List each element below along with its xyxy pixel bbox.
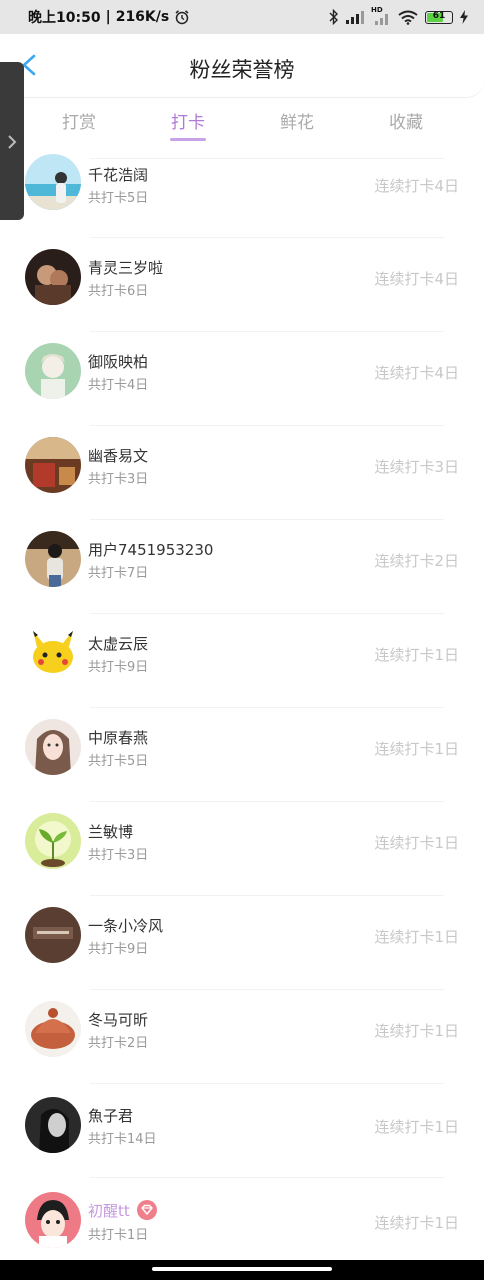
checkin-streak: 连续打卡1日 <box>374 928 459 946</box>
status-time: 晚上10:50 <box>28 10 101 26</box>
list-item[interactable]: 青灵三岁啦 共打卡6日 连续打卡4日 <box>0 237 484 331</box>
wifi-icon <box>398 10 418 25</box>
checkin-streak: 连续打卡4日 <box>374 270 459 288</box>
network-speed: 216K/s <box>115 9 170 25</box>
checkin-total: 共打卡3日 <box>88 848 149 863</box>
fan-name: 幽香易文 <box>88 447 149 465</box>
side-drawer-handle[interactable] <box>0 62 24 220</box>
list-item[interactable]: 太虚云辰 共打卡9日 连续打卡1日 <box>0 613 484 707</box>
list-item[interactable]: 魚子君 共打卡14日 连续打卡1日 <box>0 1083 484 1177</box>
tab-favorites[interactable]: 收藏 <box>366 108 446 133</box>
fan-name: 魚子君 <box>88 1107 134 1125</box>
avatar <box>25 154 81 210</box>
checkin-streak: 连续打卡1日 <box>374 834 459 852</box>
fan-name: 一条小冷风 <box>88 917 164 935</box>
list-item[interactable]: 兰敏博 共打卡3日 连续打卡1日 <box>0 801 484 895</box>
battery-icon: 61 <box>425 10 453 24</box>
charging-icon <box>460 10 468 24</box>
checkin-streak: 连续打卡4日 <box>374 177 459 195</box>
navigation-bar <box>0 1260 484 1280</box>
fan-name: 太虚云辰 <box>88 635 149 653</box>
fan-name: 冬马可昕 <box>88 1011 149 1029</box>
checkin-streak: 连续打卡1日 <box>374 1022 459 1040</box>
fan-name: 御阪映柏 <box>88 353 149 371</box>
fan-name: 用户7451953230 <box>88 541 214 559</box>
avatar <box>25 249 81 305</box>
list-item[interactable]: 用户7451953230 共打卡7日 连续打卡2日 <box>0 519 484 613</box>
list-item[interactable]: 御阪映柏 共打卡4日 连续打卡4日 <box>0 331 484 425</box>
list-item[interactable]: 千花浩阔 共打卡5日 连续打卡4日 <box>0 138 484 232</box>
signal-icon <box>346 11 364 24</box>
avatar <box>25 1192 81 1248</box>
checkin-total: 共打卡14日 <box>88 1132 157 1147</box>
checkin-total: 共打卡5日 <box>88 754 149 769</box>
battery-level: 61 <box>432 10 446 21</box>
checkin-total: 共打卡4日 <box>88 378 149 393</box>
avatar <box>25 813 81 869</box>
fan-name: 中原春燕 <box>88 729 149 747</box>
fan-name: 兰敏博 <box>88 823 134 841</box>
avatar <box>25 1097 81 1153</box>
bluetooth-icon <box>329 9 338 25</box>
chevron-right-icon <box>8 135 17 149</box>
avatar <box>25 437 81 493</box>
list-item[interactable]: 初醒tt 共打卡1日 连续打卡1日 <box>0 1177 484 1260</box>
tab-flowers[interactable]: 鲜花 <box>257 108 337 133</box>
checkin-total: 共打卡3日 <box>88 472 149 487</box>
checkin-streak: 连续打卡1日 <box>374 740 459 758</box>
checkin-streak: 连续打卡2日 <box>374 552 459 570</box>
home-indicator[interactable] <box>152 1267 332 1271</box>
avatar <box>25 1001 81 1057</box>
checkin-streak: 连续打卡4日 <box>374 364 459 382</box>
fan-name: 青灵三岁啦 <box>88 259 164 277</box>
avatar <box>25 343 81 399</box>
avatar <box>25 907 81 963</box>
list-item[interactable]: 中原春燕 共打卡5日 连续打卡1日 <box>0 707 484 801</box>
fan-name: 千花浩阔 <box>88 166 149 184</box>
tab-checkin[interactable]: 打卡 <box>148 108 228 133</box>
checkin-total: 共打卡5日 <box>88 191 149 206</box>
list-item[interactable]: 一条小冷风 共打卡9日 连续打卡1日 <box>0 895 484 989</box>
alarm-icon <box>175 10 189 25</box>
status-bar: 晚上10:50 | 216K/s HD 61 <box>0 0 484 34</box>
tab-reward[interactable]: 打赏 <box>39 108 119 133</box>
checkin-streak: 连续打卡1日 <box>374 646 459 664</box>
status-left: 晚上10:50 | 216K/s <box>28 7 190 27</box>
list-item[interactable]: 幽香易文 共打卡3日 连续打卡3日 <box>0 425 484 519</box>
checkin-total: 共打卡6日 <box>88 284 149 299</box>
checkin-total: 共打卡9日 <box>88 942 149 957</box>
header: 粉丝荣誉榜 <box>0 34 484 98</box>
checkin-streak: 连续打卡1日 <box>374 1214 459 1232</box>
avatar <box>25 625 81 681</box>
signal-icon-2 <box>375 14 388 25</box>
avatar <box>25 531 81 587</box>
checkin-streak: 连续打卡1日 <box>374 1118 459 1136</box>
checkin-total: 共打卡9日 <box>88 660 149 675</box>
checkin-total: 共打卡2日 <box>88 1036 149 1051</box>
fan-name: 初醒tt <box>88 1202 130 1220</box>
hd-signal: HD <box>371 6 391 25</box>
checkin-total: 共打卡1日 <box>88 1228 149 1243</box>
list-item[interactable]: 冬马可昕 共打卡2日 连续打卡1日 <box>0 989 484 1083</box>
avatar <box>25 719 81 775</box>
checkin-streak: 连续打卡3日 <box>374 458 459 476</box>
status-right: HD 61 <box>329 6 468 25</box>
page-title: 粉丝荣誉榜 <box>189 58 295 82</box>
vip-diamond-icon <box>137 1200 157 1220</box>
checkin-total: 共打卡7日 <box>88 566 149 581</box>
